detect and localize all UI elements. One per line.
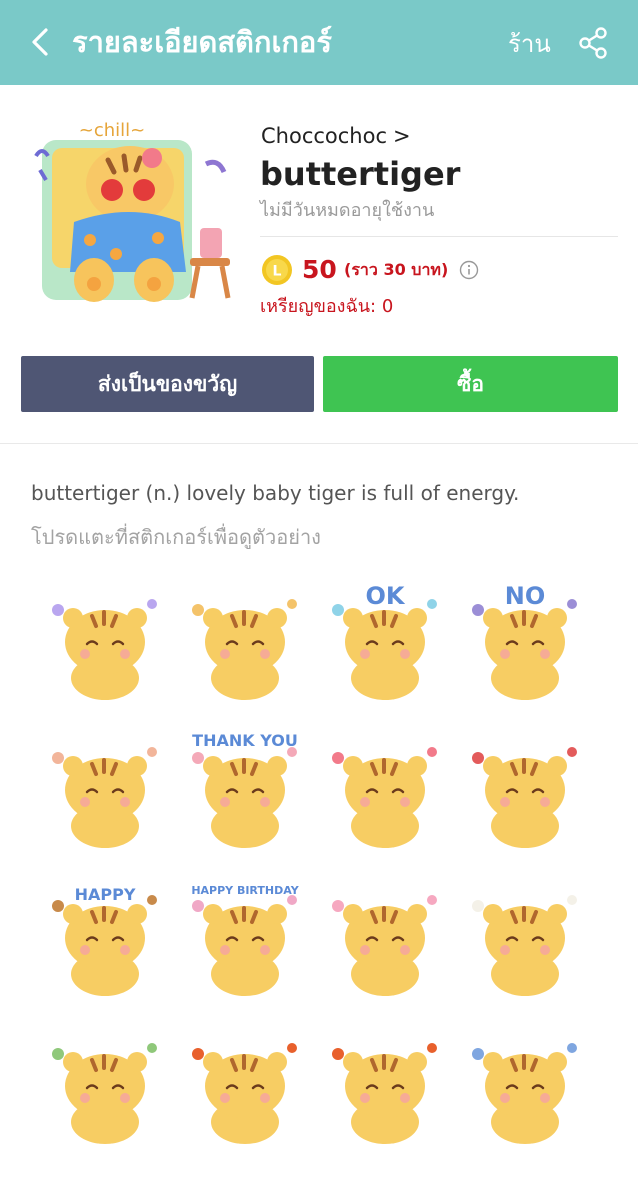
section-divider — [0, 443, 638, 444]
creator-name: Choccochoc — [261, 124, 388, 148]
sticker-frog-hat[interactable] — [40, 1024, 170, 1154]
main-sticker-image[interactable]: ~chill~ — [30, 112, 240, 312]
price-amount: 50 — [302, 255, 337, 284]
sticker-pouting[interactable] — [320, 1024, 450, 1154]
send-gift-button[interactable]: ส่งเป็นของขวัญ — [21, 356, 314, 412]
sticker-birthday-cake[interactable]: HAPPY BIRTHDAY — [180, 876, 310, 1006]
sticker-pink-hood[interactable] — [320, 876, 450, 1006]
sticker-ok[interactable]: OK — [320, 580, 450, 710]
buy-button[interactable]: ซื้อ — [323, 356, 618, 412]
sticker-waving[interactable] — [40, 580, 170, 710]
sticker-peekaboo[interactable] — [40, 728, 170, 858]
validity-text: ไม่มีวันหมดอายุใช้งาน — [260, 200, 435, 221]
line-coin-icon: L — [262, 255, 292, 285]
sticker-shocked[interactable] — [460, 1024, 590, 1154]
shop-link[interactable]: ร้าน — [508, 24, 551, 64]
share-icon[interactable] — [576, 26, 610, 60]
page-title: รายละเอียดสติกเกอร์ — [72, 25, 332, 59]
sticker-thank-you[interactable]: THANK YOU — [180, 728, 310, 858]
chill-text: ~chill~ — [79, 120, 145, 141]
preview-hint: โปรดแตะที่สติกเกอร์เพื่อดูตัวอย่าง — [31, 525, 321, 549]
sticker-angry-mark[interactable] — [180, 1024, 310, 1154]
sticker-text: HAPPY BIRTHDAY — [191, 884, 299, 897]
back-arrow-icon[interactable] — [22, 22, 62, 62]
app-header: รายละเอียดสติกเกอร์ ร้าน — [0, 0, 638, 85]
sticker-text: NO — [505, 582, 546, 610]
sticker-watermelon[interactable] — [460, 728, 590, 858]
pack-description: buttertiger (n.) lovely baby tiger is fu… — [31, 481, 520, 505]
creator-link[interactable]: Choccochoc > — [261, 122, 411, 150]
sticker-sparkle[interactable] — [180, 580, 310, 710]
divider — [260, 236, 618, 237]
sticker-pack-title: buttertiger — [260, 155, 461, 193]
sticker-text: OK — [366, 582, 406, 610]
sticker-happy[interactable]: HAPPY — [40, 876, 170, 1006]
my-coins: เหรียญของฉัน: 0 — [260, 296, 394, 317]
sticker-text: HAPPY — [75, 885, 136, 904]
chevron-right-icon: > — [393, 124, 411, 148]
sticker-bear-friend[interactable] — [460, 876, 590, 1006]
price-approx: (ราว 30 บาท) — [344, 260, 449, 279]
sticker-no[interactable]: NO — [460, 580, 590, 710]
svg-text:L: L — [273, 264, 282, 280]
sticker-text: THANK YOU — [192, 731, 298, 750]
sticker-hearts[interactable] — [320, 728, 450, 858]
info-icon[interactable] — [459, 260, 479, 280]
